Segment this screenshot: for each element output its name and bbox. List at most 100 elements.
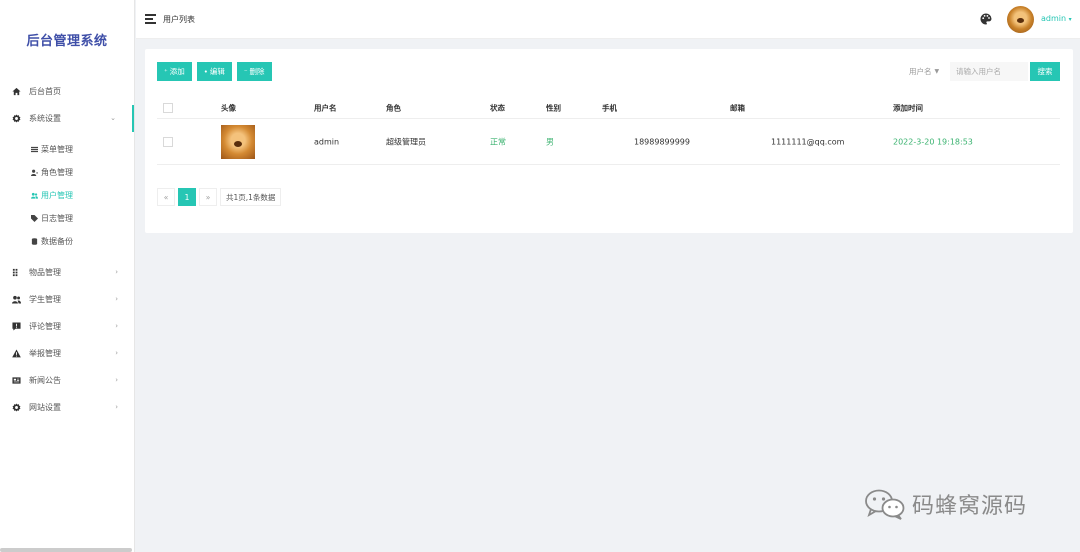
comment-icon (11, 322, 21, 332)
search-field-select[interactable]: 用户名 ▼ (904, 62, 949, 81)
cell-role: 超级管理员 (386, 137, 426, 146)
sidebar: 后台管理系统 后台首页 系统设置 ⌄ 菜单管理 角色管理 用户管理 日志管理 数… (0, 0, 135, 552)
sidebar-subitem-label: 用户管理 (41, 191, 73, 200)
sidebar-item-label: 后台首页 (29, 87, 61, 96)
page-number-button[interactable]: 1 (178, 188, 196, 206)
sidebar-item-comments[interactable]: 评论管理 › (0, 313, 134, 340)
search-field-label: 用户名 (909, 67, 932, 76)
grid-icon (11, 268, 21, 278)
cell-email: 1111111@qq.com (771, 137, 845, 146)
database-icon (30, 238, 38, 246)
top-header: 用户列表 admin ▾ (136, 0, 1080, 39)
user-avatar-image (221, 124, 255, 159)
page-title: 用户列表 (163, 15, 195, 24)
column-header: 性别 (546, 103, 561, 112)
brand-title: 后台管理系统 (26, 33, 108, 49)
menu-toggle-icon[interactable] (145, 14, 156, 24)
gear-icon (11, 403, 21, 413)
add-button[interactable]: ⁺ 添加 (157, 62, 192, 81)
chevron-right-icon: › (115, 349, 118, 357)
chevron-right-icon: › (115, 268, 118, 276)
sidebar-subitem-logs[interactable]: 日志管理 (0, 207, 134, 230)
sidebar-subitem-label: 菜单管理 (41, 145, 73, 154)
select-all-checkbox[interactable] (163, 102, 173, 113)
sidebar-subitem-roles[interactable]: 角色管理 (0, 161, 134, 184)
pagination: « 1 » 共1页,1条数据 (157, 188, 282, 206)
delete-button-label: 删除 (249, 67, 265, 76)
column-header: 用户名 (314, 103, 337, 112)
search-button[interactable]: 搜索 (1030, 62, 1060, 81)
chevron-down-icon: ⌄ (110, 114, 116, 122)
toolbar: ⁺ 添加 • 编辑 ⁻ 删除 (157, 62, 272, 81)
list-icon (30, 146, 38, 154)
sidebar-subitem-label: 日志管理 (41, 214, 73, 223)
sidebar-item-reports[interactable]: 举报管理 › (0, 340, 134, 367)
watermark-text: 码蜂窝源码 (912, 494, 1028, 519)
palette-icon[interactable] (980, 13, 992, 25)
column-header: 手机 (602, 103, 617, 112)
search-input[interactable] (950, 62, 1028, 81)
user-plus-icon: ⁺ (164, 67, 168, 76)
cell-created-time: 2022-3-20 19:18:53 (893, 137, 973, 146)
column-header: 添加时间 (893, 103, 923, 112)
chevron-right-icon: › (115, 403, 118, 411)
gear-icon (11, 114, 21, 124)
cell-status: 正常 (490, 137, 506, 146)
pagination-info: 共1页,1条数据 (220, 188, 282, 206)
delete-button[interactable]: ⁻ 删除 (236, 62, 272, 81)
caret-down-icon: ▾ (1068, 16, 1072, 23)
sidebar-item-home[interactable]: 后台首页 (0, 78, 134, 105)
prev-page-button[interactable]: « (157, 188, 175, 206)
column-header: 头像 (221, 103, 236, 112)
sidebar-scrollbar[interactable] (0, 548, 132, 552)
add-button-label: 添加 (169, 67, 185, 76)
user-menu[interactable]: admin ▾ (1041, 14, 1072, 23)
table-row[interactable]: admin 超级管理员 正常 男 18989899999 1111111@qq.… (157, 119, 1060, 165)
row-checkbox[interactable] (163, 136, 173, 147)
tag-icon (30, 215, 38, 223)
sidebar-subitem-users[interactable]: 用户管理 (0, 184, 134, 207)
users-icon (30, 192, 38, 200)
home-icon (11, 87, 21, 97)
sidebar-item-students[interactable]: 学生管理 › (0, 286, 134, 313)
username-label: admin (1041, 14, 1067, 23)
cell-username: admin (314, 137, 340, 146)
sidebar-item-label: 新闻公告 (29, 376, 61, 385)
cell-gender: 男 (546, 137, 554, 146)
cell-phone: 18989899999 (634, 137, 690, 146)
table-header: 头像 用户名 角色 状态 性别 手机 邮箱 添加时间 (157, 97, 1060, 119)
chevron-right-icon: › (115, 322, 118, 330)
chevron-right-icon: › (115, 376, 118, 384)
caret-down-icon: ▼ (934, 68, 940, 75)
sidebar-subitem-backup[interactable]: 数据备份 (0, 230, 134, 253)
sidebar-item-label: 网站设置 (29, 403, 61, 412)
user-list-panel: ⁺添加 •编辑 ⁻删除 用户名 ▼ 搜索 头像 用户名 角色 状态 性别 手机 … (145, 49, 1073, 233)
avatar[interactable] (1007, 6, 1034, 33)
edit-button-label: 编辑 (209, 67, 225, 76)
news-icon (11, 376, 21, 386)
sidebar-item-label: 学生管理 (29, 295, 61, 304)
column-header: 角色 (386, 103, 401, 112)
sidebar-subitem-label: 角色管理 (41, 168, 73, 177)
column-header: 邮箱 (730, 103, 745, 112)
user-role-icon (30, 169, 38, 177)
warning-icon (11, 349, 21, 359)
users-icon (11, 295, 21, 305)
sidebar-item-items[interactable]: 物品管理 › (0, 259, 134, 286)
sidebar-item-label: 评论管理 (29, 322, 61, 331)
user-delete-icon: ⁻ (243, 67, 248, 76)
edit-button[interactable]: • 编辑 (196, 62, 232, 81)
column-header: 状态 (490, 103, 505, 112)
sidebar-item-system-settings[interactable]: 系统设置 ⌄ (0, 105, 134, 132)
sidebar-subitem-menu[interactable]: 菜单管理 (0, 138, 134, 161)
user-table: 头像 用户名 角色 状态 性别 手机 邮箱 添加时间 admin 超级管理员 正… (157, 97, 1060, 165)
watermark: 码蜂窝源码 (864, 488, 1027, 520)
sidebar-item-label: 举报管理 (29, 349, 61, 358)
sidebar-item-label: 物品管理 (29, 268, 61, 277)
sidebar-item-label: 系统设置 (29, 114, 61, 123)
sidebar-item-site-settings[interactable]: 网站设置 › (0, 394, 134, 421)
sidebar-item-news[interactable]: 新闻公告 › (0, 367, 134, 394)
sidebar-subitem-label: 数据备份 (41, 237, 73, 246)
next-page-button[interactable]: » (199, 188, 217, 206)
user-edit-icon: • (203, 67, 208, 76)
